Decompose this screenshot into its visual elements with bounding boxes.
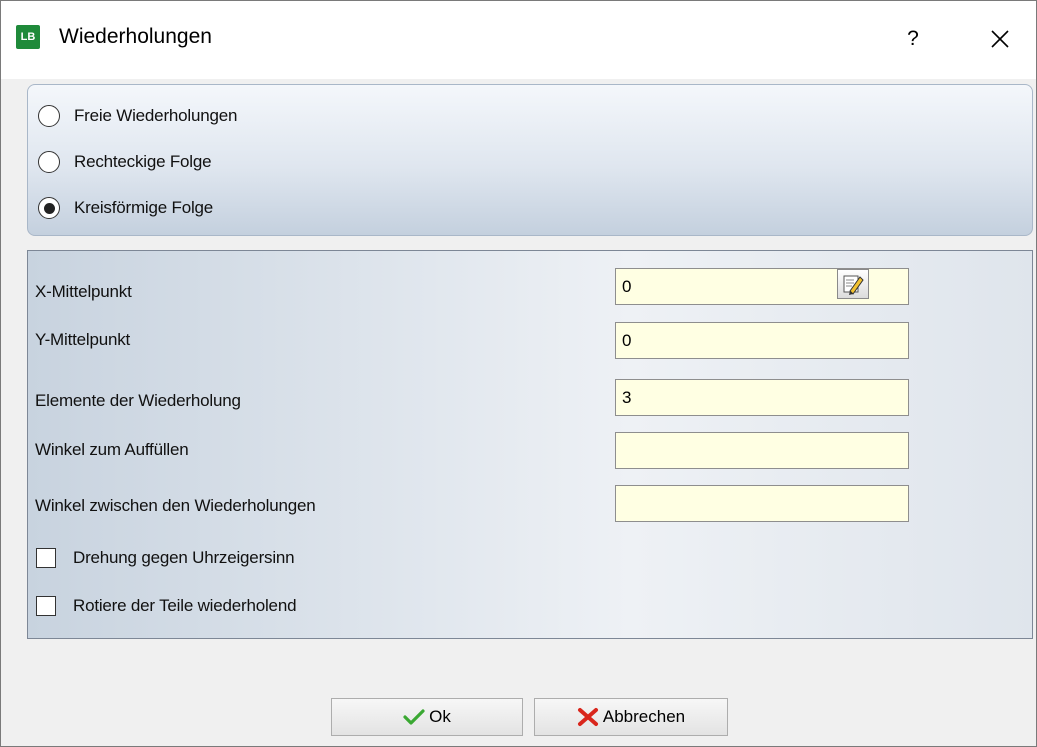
sequence-type-group: Freie Wiederholungen Rechteckige Folge K…	[27, 84, 1033, 236]
radio-label: Freie Wiederholungen	[74, 106, 238, 125]
radio-label: Kreisförmige Folge	[74, 198, 214, 217]
x-center-edit-button[interactable]	[837, 269, 869, 299]
elements-input[interactable]	[615, 379, 909, 416]
dialog-window: LB Wiederholungen ? Freie Wiederholungen…	[0, 0, 1037, 747]
checkbox-label: Rotiere der Teile wiederholend	[73, 596, 297, 615]
help-button[interactable]: ?	[893, 21, 933, 57]
close-icon	[991, 30, 1009, 48]
edit-pencil-icon	[843, 275, 864, 295]
close-button[interactable]	[976, 17, 1024, 61]
ok-button[interactable]: Ok	[331, 698, 523, 736]
checkbox[interactable]	[36, 596, 56, 616]
checkbox-rotate-parts[interactable]: Rotiere der Teile wiederholend	[36, 593, 297, 619]
cancel-button-label: Abbrechen	[602, 707, 686, 726]
parameters-panel: X-Mittelpunkt Y-Mittelpunkt Elemente der…	[27, 250, 1033, 639]
ok-button-label: Ok	[429, 707, 451, 726]
window-title: Wiederholungen	[59, 25, 212, 48]
radio-label: Rechteckige Folge	[74, 152, 212, 171]
radio-button[interactable]	[38, 105, 60, 127]
step-angle-label: Winkel zwischen den Wiederholungen	[35, 496, 316, 515]
step-angle-input[interactable]	[615, 485, 909, 522]
checkbox-counterclockwise[interactable]: Drehung gegen Uhrzeigersinn	[36, 545, 295, 571]
radio-button[interactable]	[38, 151, 60, 173]
fill-angle-label: Winkel zum Auffüllen	[35, 440, 189, 459]
radio-free-repetitions[interactable]: Freie Wiederholungen	[38, 101, 237, 131]
elements-label: Elemente der Wiederholung	[35, 391, 241, 410]
checkbox[interactable]	[36, 548, 56, 568]
title-bar: LB Wiederholungen ?	[1, 1, 1036, 79]
radio-circular-sequence[interactable]: Kreisförmige Folge	[38, 193, 213, 223]
radio-selected-dot	[43, 202, 55, 214]
cancel-button[interactable]: Abbrechen	[534, 698, 728, 736]
x-center-label: X-Mittelpunkt	[35, 282, 132, 301]
radio-rectangular-sequence[interactable]: Rechteckige Folge	[38, 147, 212, 177]
fill-angle-input[interactable]	[615, 432, 909, 469]
x-mark-icon	[577, 708, 598, 726]
checkbox-label: Drehung gegen Uhrzeigersinn	[73, 548, 295, 567]
check-icon	[403, 709, 425, 725]
radio-button-selected[interactable]	[38, 197, 60, 219]
y-center-input[interactable]	[615, 322, 909, 359]
application-logo-icon: LB	[16, 25, 40, 49]
y-center-label: Y-Mittelpunkt	[35, 330, 131, 349]
